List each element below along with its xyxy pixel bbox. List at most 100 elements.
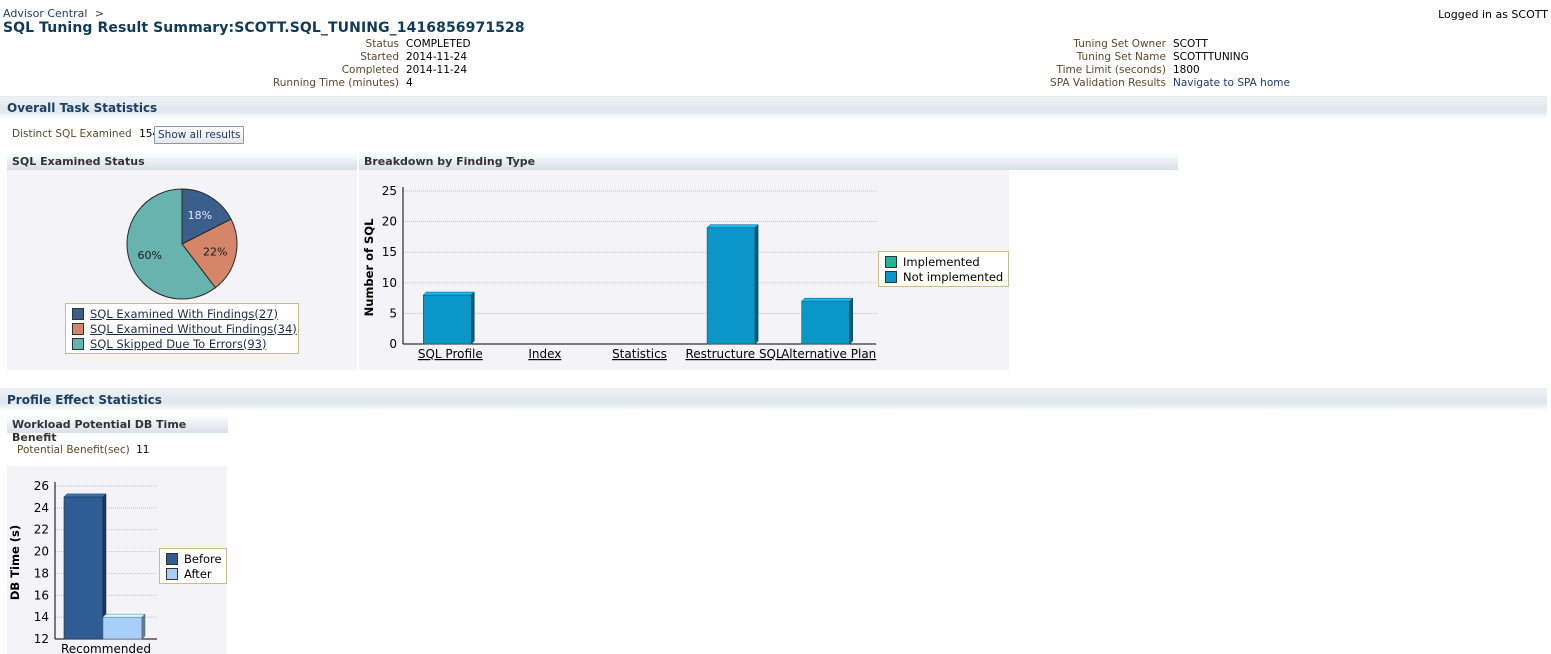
x-category-label[interactable]: Alternative Plan bbox=[781, 347, 876, 361]
summary-label: Tuning Set Owner bbox=[1073, 38, 1166, 50]
y-tick-label: 10 bbox=[382, 276, 397, 290]
potential-benefit-value: 11 bbox=[136, 444, 150, 456]
legend-swatch bbox=[885, 270, 897, 283]
pie-legend: SQL Examined With Findings(27) SQL Examin… bbox=[65, 303, 299, 354]
legend-swatch bbox=[166, 567, 178, 580]
breakdown-finding-title: Breakdown by Finding Type bbox=[364, 155, 536, 168]
y-tick-label: 14 bbox=[34, 610, 49, 624]
profile-section-title: Profile Effect Statistics bbox=[7, 393, 162, 407]
summary-value: SCOTT bbox=[1173, 38, 1208, 50]
y-tick-label: 0 bbox=[389, 337, 397, 351]
summary-left: Status COMPLETED Started 2014-11-24 Complete… bbox=[200, 38, 480, 90]
spa-home-link[interactable]: Navigate to SPA home bbox=[1173, 77, 1290, 90]
bar-top bbox=[801, 297, 854, 302]
x-category-label[interactable]: Statistics bbox=[612, 347, 667, 361]
legend-item: Before bbox=[160, 551, 226, 566]
legend-swatch bbox=[72, 307, 84, 320]
summary-label: Completed bbox=[341, 64, 399, 76]
show-all-results-button[interactable]: Show all results bbox=[154, 126, 245, 144]
overall-section-title: Overall Task Statistics bbox=[7, 101, 158, 115]
legend-label: Before bbox=[184, 551, 222, 566]
y-tick-label: 5 bbox=[389, 306, 397, 320]
summary-label: Started bbox=[360, 51, 399, 63]
workload-benefit-header: Workload Potential DB Time Benefit bbox=[7, 415, 228, 444]
legend-label: Not implemented bbox=[903, 269, 1004, 284]
x-category-label[interactable]: SQL Profile bbox=[418, 347, 483, 361]
summary-row: Started 2014-11-24 bbox=[200, 51, 480, 64]
summary-row: Status COMPLETED bbox=[200, 38, 480, 51]
bar[interactable] bbox=[102, 616, 143, 640]
legend-label: Implemented bbox=[903, 254, 980, 269]
bar-side bbox=[849, 297, 853, 345]
summary-label: Time Limit (seconds) bbox=[1056, 64, 1166, 76]
potential-benefit-label: Potential Benefit(sec) bbox=[17, 444, 130, 456]
breakdown-finding-header: Breakdown by Finding Type bbox=[359, 152, 1178, 170]
legend-item: After bbox=[160, 566, 226, 581]
pie-legend-item[interactable]: SQL Skipped Due To Errors(93) bbox=[66, 336, 298, 351]
legend-swatch bbox=[72, 322, 84, 335]
breadcrumb-advisor-central[interactable]: Advisor Central bbox=[3, 7, 87, 20]
legend-label: After bbox=[184, 566, 212, 581]
summary-label: SPA Validation Results bbox=[1050, 77, 1166, 89]
summary-row: Running Time (minutes) 4 bbox=[200, 77, 480, 90]
legend-swatch bbox=[72, 337, 84, 350]
finding-bar-panel: 0 5 10 15 20 25 Number of SQL SQL Profile Index S… bbox=[359, 170, 1009, 370]
summary-row: Completed 2014-11-24 bbox=[200, 64, 480, 77]
summary-value: 2014-11-24 bbox=[406, 51, 468, 63]
legend-swatch bbox=[166, 552, 178, 565]
summary-row: Time Limit (seconds) 1800 bbox=[980, 64, 1320, 77]
pie-panel: 18% 22% 60% SQL Examined With Findings(27)… bbox=[7, 170, 357, 370]
pie-legend-link[interactable]: SQL Skipped Due To Errors(93) bbox=[90, 337, 266, 351]
summary-label: Tuning Set Name bbox=[1076, 51, 1166, 63]
bar-top bbox=[422, 291, 475, 296]
bar[interactable] bbox=[801, 300, 851, 345]
bar-side bbox=[754, 224, 759, 345]
summary-value: 1800 bbox=[1173, 64, 1200, 76]
bar-top bbox=[706, 224, 759, 228]
logged-in-label: Logged in as SCOTT bbox=[1438, 8, 1548, 21]
pie-slice-label: 60% bbox=[137, 249, 161, 262]
bar[interactable] bbox=[706, 227, 756, 345]
profile-section-header: Profile Effect Statistics bbox=[0, 388, 1547, 411]
bar-top bbox=[102, 613, 146, 618]
pie-slice-label: 22% bbox=[203, 246, 227, 259]
legend-item: Not implemented bbox=[879, 269, 1008, 284]
pie-legend-item[interactable]: SQL Examined Without Findings(34) bbox=[66, 321, 298, 336]
summary-value: 4 bbox=[406, 77, 413, 89]
sql-examined-pie-chart: 18% 22% 60% bbox=[126, 188, 238, 300]
sql-examined-status-title: SQL Examined Status bbox=[12, 155, 145, 168]
summary-row: Tuning Set Owner SCOTT bbox=[980, 38, 1320, 51]
summary-label: Status bbox=[365, 38, 399, 50]
summary-value: COMPLETED bbox=[406, 38, 471, 50]
summary-label: Running Time (minutes) bbox=[272, 77, 399, 89]
legend-swatch bbox=[885, 255, 897, 268]
y-axis-label: DB Time (s) bbox=[8, 525, 22, 600]
db-time-panel: 12 14 16 18 20 22 24 26 DB Time (s) Recommended B… bbox=[7, 466, 227, 654]
pie-legend-item[interactable]: SQL Examined With Findings(27) bbox=[66, 306, 298, 321]
summary-value: SCOTTTUNING bbox=[1173, 51, 1249, 63]
distinct-sql: Distinct SQL Examined 154 bbox=[12, 128, 159, 140]
x-category-label[interactable]: Restructure SQL bbox=[685, 347, 783, 361]
y-tick-label: 20 bbox=[34, 545, 49, 559]
x-category-label[interactable]: Index bbox=[528, 347, 561, 361]
y-tick-label: 25 bbox=[382, 184, 397, 198]
summary-right: Tuning Set Owner SCOTT Tuning Set Name SCOT… bbox=[980, 38, 1320, 90]
y-tick-label: 20 bbox=[382, 215, 397, 229]
workload-benefit-title: Workload Potential DB Time Benefit bbox=[12, 418, 187, 444]
bar[interactable] bbox=[423, 294, 472, 345]
db-time-legend: Before After bbox=[159, 548, 227, 584]
distinct-sql-label: Distinct SQL Examined bbox=[12, 128, 132, 140]
bar[interactable] bbox=[63, 496, 104, 640]
y-tick-label: 24 bbox=[34, 501, 49, 515]
bar-side bbox=[471, 291, 475, 345]
summary-row: Tuning Set Name SCOTTTUNING bbox=[980, 51, 1320, 64]
pie-legend-link[interactable]: SQL Examined Without Findings(34) bbox=[90, 322, 297, 336]
breadcrumb: Advisor Central > bbox=[3, 7, 104, 20]
x-category-label: Recommended bbox=[61, 642, 151, 654]
breadcrumb-separator: > bbox=[94, 7, 105, 20]
pie-legend-link[interactable]: SQL Examined With Findings(27) bbox=[90, 307, 278, 321]
y-tick-label: 12 bbox=[34, 632, 49, 646]
finding-legend: Implemented Not implemented bbox=[878, 251, 1009, 287]
bar-top bbox=[63, 493, 107, 498]
overall-section-header: Overall Task Statistics bbox=[0, 96, 1547, 119]
